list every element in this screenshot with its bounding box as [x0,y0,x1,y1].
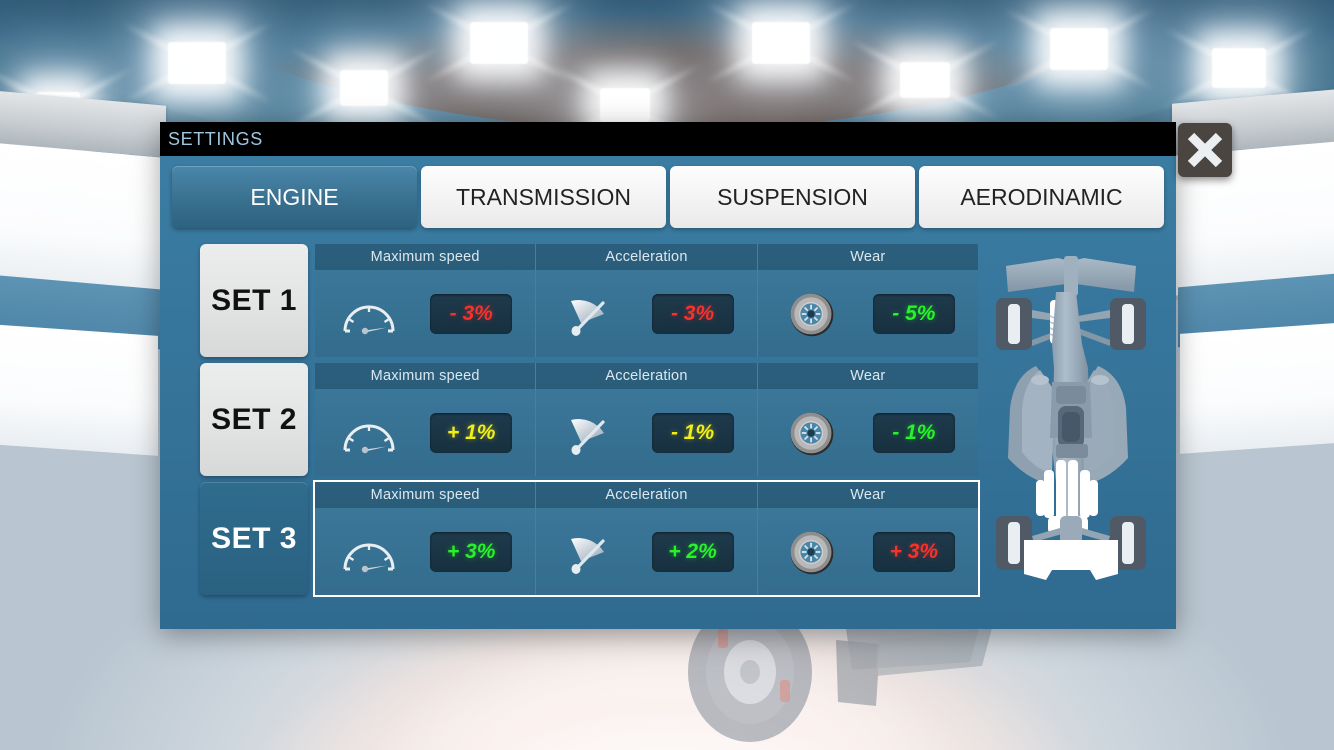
stat-body: - 1% [536,389,757,476]
stat-body: - 1% [757,389,978,476]
wall-white-left [0,142,162,298]
ceiling-light [470,22,528,64]
stat-header-maximum-speed: Maximum speed [315,244,536,270]
ceiling-light [168,42,226,84]
stat-body: + 2% [536,508,757,595]
close-button[interactable] [1178,123,1232,177]
stat-header-wear: Wear [757,482,978,508]
set-button-1[interactable]: SET 1 [200,244,308,357]
stat-body: + 3% [757,508,978,595]
tire-icon [781,286,843,342]
dialog-titlebar: SETTINGS [160,122,1176,156]
ceiling-light [1212,48,1266,88]
speedometer-icon [338,524,400,580]
stat-cell-acceleration[interactable]: Acceleration [536,363,758,476]
acceleration-needle-icon [559,524,621,580]
stat-body: - 5% [757,270,978,357]
stat-value-maximum-speed: + 3% [430,531,513,572]
set-row: SET 1 Maximum speed - 3% Acceleration - … [200,244,978,357]
stat-body: - 3% [315,270,536,357]
tab-suspension[interactable]: SUSPENSION [670,166,915,228]
stat-header-acceleration: Acceleration [536,363,757,389]
set-button-3[interactable]: SET 3 [200,482,308,595]
stat-cell-maximum-speed[interactable]: Maximum speed [315,363,537,476]
set-1-stats: Maximum speed - 3% Acceleration - 3% Wea… [315,244,978,357]
tab-transmission-label: TRANSMISSION [455,183,632,210]
set-button-2-label: SET 2 [211,402,297,436]
settings-dialog: SETTINGS ENGINE TRANSMISSION SUSPENSION … [160,122,1176,629]
ceiling-light [340,70,388,106]
stat-header-maximum-speed: Maximum speed [315,482,536,508]
stat-value-acceleration: + 2% [651,531,734,572]
dialog-title: SETTINGS [168,128,263,149]
stat-header-acceleration: Acceleration [536,482,757,508]
set-list: SET 1 Maximum speed - 3% Acceleration - … [200,244,980,597]
tab-engine-label: ENGINE [250,183,339,210]
set-button-1-label: SET 1 [211,283,297,317]
tab-bar: ENGINE TRANSMISSION SUSPENSION AERODINAM… [160,156,1176,236]
stat-value-wear: - 5% [872,293,955,334]
ceiling-light [900,62,950,98]
stat-value-acceleration: - 3% [651,293,734,334]
settings-body: SET 1 Maximum speed - 3% Acceleration - … [160,236,1176,597]
set-2-stats: Maximum speed + 1% Acceleration - 1% Wea… [315,363,978,476]
speedometer-icon [338,405,400,461]
close-icon [1187,132,1223,168]
stat-value-maximum-speed: - 3% [430,293,513,334]
stat-cell-acceleration[interactable]: Acceleration [536,482,758,595]
ceiling-light [752,22,810,64]
set-row: SET 3 Maximum speed + 3% Acceleration + … [200,480,980,597]
stat-value-wear: - 1% [872,412,955,453]
set-button-2[interactable]: SET 2 [200,363,308,476]
stat-cell-acceleration[interactable]: Acceleration [536,244,758,357]
acceleration-needle-icon [559,286,621,342]
stat-body: + 1% [315,389,536,476]
stat-value-acceleration: - 1% [651,412,734,453]
tab-engine[interactable]: ENGINE [172,166,417,228]
ceiling-light [1050,28,1108,70]
speedometer-icon [338,286,400,342]
tire-icon [781,405,843,461]
set-row: SET 2 Maximum speed + 1% Acceleration - … [200,363,978,476]
acceleration-needle-icon [559,405,621,461]
stat-header-maximum-speed: Maximum speed [315,363,536,389]
stat-cell-wear[interactable]: Wear [757,363,978,476]
set-3-stats: Maximum speed + 3% Acceleration + 2% Wea… [313,480,980,597]
stat-cell-wear[interactable]: Wear [757,482,978,595]
ceiling-light [600,88,650,122]
stat-value-wear: + 3% [872,531,955,572]
stat-cell-maximum-speed[interactable]: Maximum speed [315,244,537,357]
f1-car-top-view [996,256,1146,580]
stat-body: - 3% [536,270,757,357]
stat-body: + 3% [315,508,536,595]
stat-header-wear: Wear [757,363,978,389]
stat-cell-wear[interactable]: Wear [757,244,978,357]
tab-aerodinamic-label: AERODINAMIC [960,183,1123,210]
tab-transmission[interactable]: TRANSMISSION [421,166,666,228]
stat-header-wear: Wear [757,244,978,270]
tab-suspension-label: SUSPENSION [717,183,868,210]
car-preview-panel [978,244,1164,595]
tire-icon [781,524,843,580]
stat-value-maximum-speed: + 1% [430,412,513,453]
background-car-wheel [688,610,992,742]
tab-aerodinamic[interactable]: AERODINAMIC [919,166,1164,228]
stat-cell-maximum-speed[interactable]: Maximum speed [315,482,537,595]
set-button-3-label: SET 3 [211,521,297,555]
stat-header-acceleration: Acceleration [536,244,757,270]
